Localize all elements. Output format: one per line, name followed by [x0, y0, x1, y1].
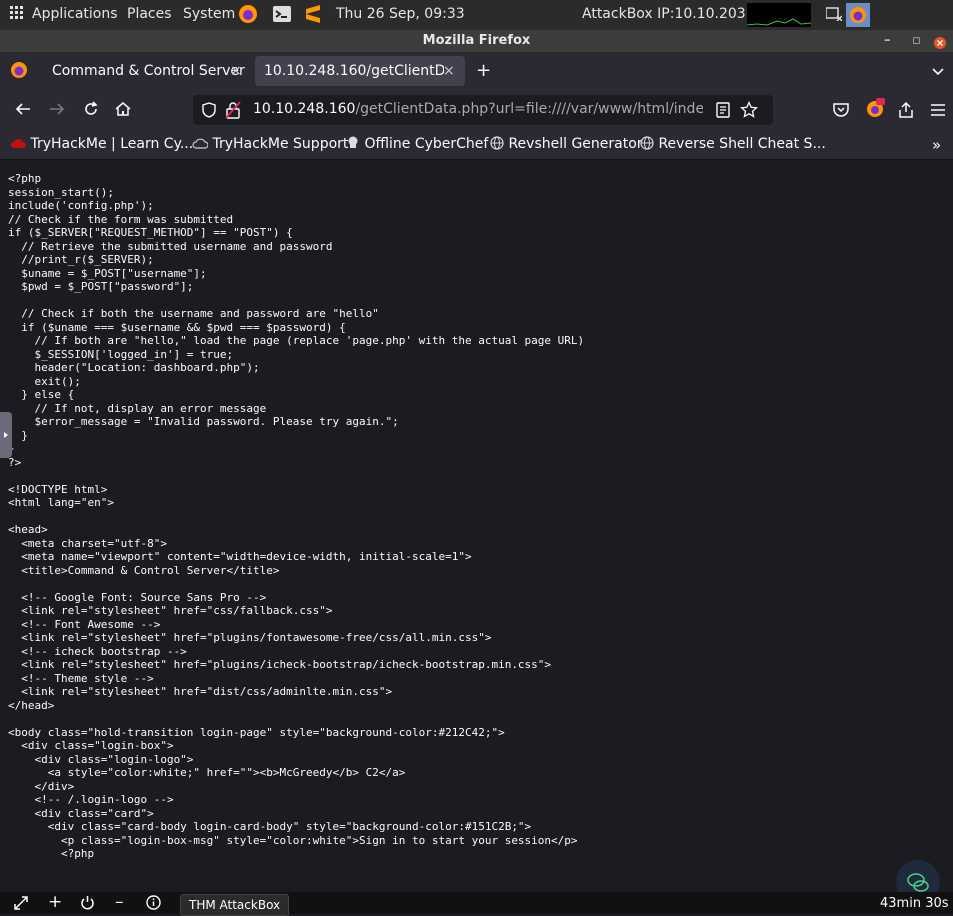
globe-icon — [490, 136, 504, 150]
system-monitor-graph — [746, 3, 812, 27]
tab-get-client-data[interactable]: 10.10.248.160/getClientData × — [255, 56, 465, 86]
add-time-icon[interactable]: + — [48, 892, 62, 912]
side-panel-handle[interactable] — [0, 412, 12, 458]
bookmark-label: Revshell Generator — [508, 136, 643, 152]
firefox-view-icon[interactable] — [10, 60, 28, 80]
attackbox-ip: AttackBox IP:10.10.203.65 — [582, 6, 768, 22]
window-title: Mozilla Firefox — [422, 33, 531, 48]
bookmark-tryhackme[interactable]: TryHackMe | Learn Cy... — [10, 136, 193, 152]
page-source-text: <?php session_start(); include('config.p… — [8, 172, 585, 860]
url-text[interactable]: 10.10.248.160/getClientData.php?url=file… — [253, 101, 703, 117]
minimize-window-icon[interactable]: – — [884, 30, 891, 52]
tab-label: 10.10.248.160/getClientData — [264, 63, 444, 79]
new-tab-icon[interactable]: + — [476, 56, 491, 86]
screenshot-tray-icon[interactable] — [825, 7, 843, 25]
applications-menu[interactable]: Applications — [32, 6, 118, 22]
globe-icon — [640, 136, 654, 150]
bookmark-reverse-shell-cheat[interactable]: Reverse Shell Cheat S... — [640, 136, 826, 152]
maximize-window-icon[interactable]: ▫ — [912, 30, 921, 52]
hamburger-menu-icon[interactable] — [930, 102, 946, 121]
bookmark-cyberchef[interactable]: Offline CyberChef — [346, 136, 488, 152]
chef-hat-icon — [348, 136, 358, 148]
forward-icon[interactable] — [48, 100, 66, 122]
bookmark-tryhackme-support[interactable]: TryHackMe Support — [192, 136, 348, 152]
tracking-protection-shield-icon[interactable] — [201, 102, 217, 122]
system-menu[interactable]: System — [183, 6, 235, 22]
info-icon[interactable] — [146, 895, 161, 914]
tab-label: Command & Control Server — [52, 63, 245, 79]
url-bar[interactable]: 10.10.248.160/getClientData.php?url=file… — [193, 95, 773, 125]
bookmark-label: TryHackMe Support — [212, 136, 349, 152]
bookmark-label: Reverse Shell Cheat S... — [658, 136, 826, 152]
url-host: 10.10.248.160 — [253, 101, 356, 117]
close-tab-icon[interactable]: × — [443, 56, 455, 86]
home-icon[interactable] — [114, 100, 132, 122]
bookmark-star-icon[interactable] — [740, 100, 758, 123]
tab-strip: Command & Control Server × 10.10.248.160… — [0, 52, 953, 90]
os-top-panel: Applications Places System Thu 26 Sep, 0… — [0, 0, 953, 30]
cloud-icon — [192, 138, 209, 149]
firefox-window-button[interactable] — [846, 3, 870, 27]
share-icon[interactable] — [897, 101, 915, 123]
cloud-icon — [11, 139, 26, 148]
bookmark-label: TryHackMe | Learn Cy... — [30, 136, 194, 152]
reader-view-icon[interactable] — [715, 102, 731, 122]
reload-icon[interactable] — [82, 100, 100, 122]
more-bookmarks-icon[interactable]: » — [932, 136, 941, 154]
back-icon[interactable] — [14, 100, 32, 122]
list-all-tabs-icon[interactable] — [932, 58, 944, 88]
pocket-icon[interactable] — [832, 101, 850, 123]
terminal-launcher-icon[interactable] — [273, 5, 291, 27]
url-path: /getClientData.php?url=file:////var/www/… — [355, 101, 703, 117]
fullscreen-icon[interactable] — [14, 896, 28, 914]
window-title-bar: Mozilla Firefox – ▫ — [0, 30, 953, 52]
firefox-launcher-icon[interactable] — [238, 4, 258, 28]
attackbox-bottom-bar: + – THM AttackBox 43min 30s — [0, 892, 953, 916]
power-icon[interactable] — [80, 895, 95, 914]
close-tab-icon[interactable]: × — [230, 56, 242, 86]
clock: Thu 26 Sep, 09:33 — [336, 6, 465, 22]
bookmark-label: Offline CyberChef — [364, 136, 489, 152]
minimize-icon[interactable]: – — [115, 892, 124, 912]
sublime-launcher-icon[interactable] — [305, 5, 321, 27]
tab-command-control[interactable]: Command & Control Server × — [40, 56, 252, 86]
bookmark-revshell-generator[interactable]: Revshell Generator — [490, 136, 643, 152]
attackbox-task-button[interactable]: THM AttackBox — [180, 894, 290, 916]
bookmarks-toolbar: TryHackMe | Learn Cy... TryHackMe Suppor… — [0, 130, 953, 160]
session-timer: 43min 30s — [880, 896, 949, 911]
places-menu[interactable]: Places — [127, 6, 172, 22]
apps-grid-icon[interactable] — [10, 6, 24, 22]
insecure-lock-icon[interactable] — [225, 101, 241, 123]
extension-icon[interactable] — [864, 97, 886, 123]
